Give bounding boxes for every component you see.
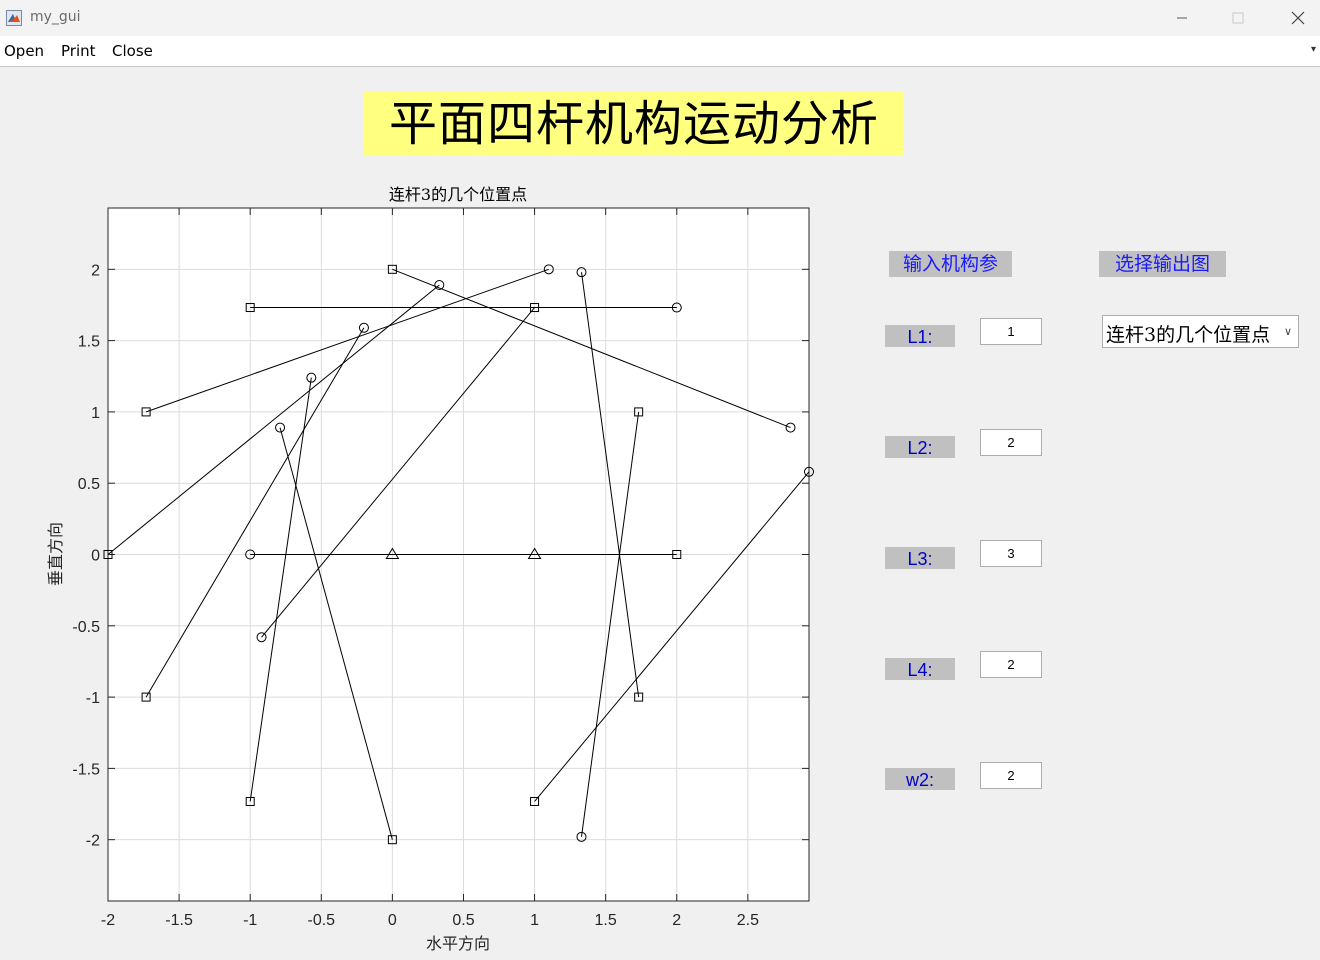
x-tick-label: 1 bbox=[530, 912, 539, 929]
maximize-icon[interactable] bbox=[1218, 6, 1258, 30]
param-label-w2: w2: bbox=[885, 768, 955, 790]
output-plot-select-value: 连杆3的几个位置点 bbox=[1106, 324, 1271, 346]
minimize-icon[interactable] bbox=[1162, 6, 1202, 30]
param-label-l4: L4: bbox=[885, 658, 955, 680]
x-tick-label: 0.5 bbox=[452, 912, 474, 929]
toolbar-expand-icon[interactable]: ▾ bbox=[1311, 44, 1316, 55]
input-params-header: 输入机构参 bbox=[889, 251, 1012, 277]
param-input-l3[interactable] bbox=[980, 540, 1042, 567]
chart-title: 连杆3的几个位置点 bbox=[389, 185, 527, 204]
param-label-l2: L2: bbox=[885, 436, 955, 458]
param-input-l2[interactable] bbox=[980, 429, 1042, 456]
linkage-plot[interactable]: -2 -1.5 -1 -0.5 0 0.5 1 1.5 2 2.5 -2 -1.5 -1 -0.5 0 0.5… bbox=[0, 0, 860, 960]
y-axis-label: 垂直方向 bbox=[46, 522, 65, 586]
x-tick-label: 0 bbox=[388, 912, 397, 929]
param-input-l1[interactable] bbox=[980, 318, 1042, 345]
x-tick-label: -0.5 bbox=[307, 912, 335, 929]
y-tick-label: -0.5 bbox=[72, 619, 100, 636]
x-tick-label: -1 bbox=[243, 912, 257, 929]
y-tick-label: 1 bbox=[91, 405, 100, 422]
y-tick-label: 0 bbox=[91, 548, 100, 565]
y-tick-label: -2 bbox=[86, 833, 100, 850]
x-tick-label: 2.5 bbox=[737, 912, 759, 929]
param-input-w2[interactable] bbox=[980, 762, 1042, 789]
output-select-header: 选择输出图 bbox=[1099, 251, 1226, 277]
y-tick-label: 1.5 bbox=[78, 334, 100, 351]
x-tick-label: 2 bbox=[672, 912, 681, 929]
y-tick-label: -1 bbox=[86, 690, 100, 707]
param-label-l3: L3: bbox=[885, 547, 955, 569]
param-input-l4[interactable] bbox=[980, 651, 1042, 678]
y-tick-label: -1.5 bbox=[72, 761, 100, 778]
output-plot-select[interactable]: 连杆3的几个位置点 ∨ bbox=[1102, 315, 1299, 348]
x-tick-label: -2 bbox=[101, 912, 115, 929]
y-tick-label: 2 bbox=[91, 262, 100, 279]
x-tick-label: 1.5 bbox=[595, 912, 617, 929]
x-tick-label: -1.5 bbox=[165, 912, 193, 929]
chevron-down-icon: ∨ bbox=[1283, 325, 1292, 338]
x-axis-label: 水平方向 bbox=[426, 934, 490, 953]
y-tick-label: 0.5 bbox=[78, 476, 100, 493]
param-label-l1: L1: bbox=[885, 325, 955, 347]
close-icon[interactable] bbox=[1278, 6, 1318, 30]
